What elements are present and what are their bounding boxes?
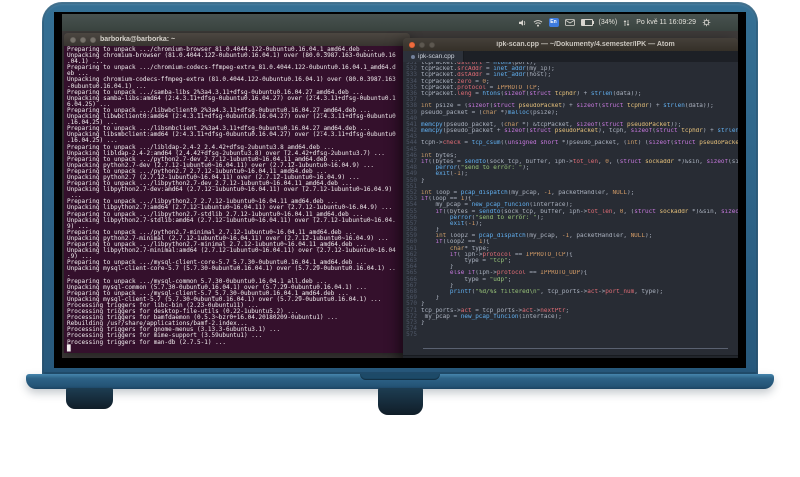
panel-clock[interactable]: Po kvě 11 16:09:29 [636,19,696,26]
atom-window[interactable]: ipk-scan.cpp — ~/Dokumenty/4.semester/IP… [403,38,738,358]
network-arrows-icon[interactable] [623,19,630,27]
laptop-base [26,374,774,389]
battery-icon[interactable] [580,19,594,26]
ubuntu-desktop: En (34%) Po kvě 11 16:09:29 barborka@bar… [62,14,738,358]
top-panel: En (34%) Po kvě 11 16:09:29 [62,14,738,31]
atom-tab-bar: ipk-scan.cpp [403,51,738,62]
terminal-line: Unpacking samba-libs:amd64 (2:4.3.11+dfs… [67,94,396,102]
keyboard-layout-indicator[interactable]: En [548,18,559,27]
terminal-line: Unpacking libpython2.7-minimal:amd64 (2.… [67,247,396,255]
horizontal-scrollbar[interactable] [423,348,728,349]
terminal-line: Unpacking mysql-client-core-5.7 (5.7.30-… [67,265,396,273]
tab-label: ipk-scan.cpp [418,53,455,60]
scene: En (34%) Po kvě 11 16:09:29 barborka@bar… [0,0,800,477]
battery-percent: (34%) [598,19,618,26]
terminal-minimize-button[interactable] [80,36,86,43]
code-editor[interactable]: 531 tcpPacket.dstPort = htons(port); 532 tc… [403,62,738,355]
atom-titlebar[interactable]: ipk-scan.cpp — ~/Dokumenty/4.semester/IP… [403,38,738,51]
tab-ipk-scan[interactable]: ipk-scan.cpp [403,51,464,62]
atom-status-bar: projekt/ipk-scan.cpp 1:1 LF UTF-8 C++ ma… [403,355,738,358]
file-icon [411,54,415,59]
terminal-titlebar[interactable]: barborka@barborka: ~ [64,33,410,46]
terminal-line: Unpacking libpython2.7-dev:amd64 (2.7.12… [67,186,393,194]
atom-title: ipk-scan.cpp — ~/Dokumenty/4.semester/IP… [496,41,675,48]
session-gear-icon[interactable] [702,18,711,27]
code-line: 575 [403,332,738,338]
laptop-screen: En (34%) Po kvě 11 16:09:29 barborka@bar… [54,12,746,368]
terminal-close-button[interactable] [70,36,76,43]
laptop-base-notch [360,374,440,380]
mail-icon[interactable] [564,19,575,26]
laptop-foot [378,388,423,415]
laptop-foot [66,388,113,409]
terminal-maximize-button[interactable] [90,36,96,43]
terminal-line: █ [67,344,71,352]
terminal-line: Unpacking chromium-browser (81.0.4044.12… [67,52,396,60]
terminal-title: barborka@barborka: ~ [100,36,176,43]
terminal-output: Preparing to unpack .../chromium-browser… [64,46,410,353]
terminal-line: Preparing to unpack .../chromium-codecs-… [67,64,396,72]
wifi-icon[interactable] [533,19,543,27]
atom-close-button[interactable] [409,41,415,48]
volume-icon[interactable] [518,19,527,27]
terminal-line: Unpacking libwbclient0:amd64 (2:4.3.11+d… [67,113,396,121]
terminal-line: Unpacking libpython2.7-stdlib:amd64 (2.7… [67,216,396,224]
terminal-line: Unpacking libsmbclient:amd64 (2:4.3.11+d… [67,131,396,139]
atom-minimize-button[interactable] [419,41,425,48]
gutter-line-number[interactable]: 575 [403,332,421,338]
atom-maximize-button[interactable] [429,41,435,48]
terminal-window[interactable]: barborka@barborka: ~ Preparing to unpack… [64,33,410,353]
laptop-lid: En (34%) Po kvě 11 16:09:29 barborka@bar… [42,2,758,374]
